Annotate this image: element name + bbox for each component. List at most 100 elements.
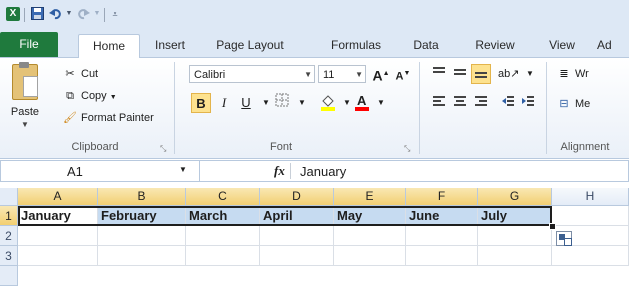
customize-qat-icon[interactable]: ⩡ xyxy=(108,7,122,21)
chevron-down-icon[interactable]: ▼ xyxy=(371,93,391,113)
column-header-g[interactable]: G xyxy=(478,188,552,206)
chevron-down-icon[interactable]: ▼ xyxy=(292,93,312,113)
wrap-text-button[interactable]: ≣ Wr xyxy=(556,66,589,82)
copy-button[interactable]: ⧉ Copy ▼ xyxy=(62,88,117,104)
shrink-font-button[interactable]: A▼ xyxy=(393,64,413,84)
borders-button[interactable] xyxy=(272,93,292,113)
cell-b2[interactable] xyxy=(98,226,186,246)
select-all-corner[interactable] xyxy=(0,188,18,206)
bold-button[interactable]: B xyxy=(191,93,211,113)
align-center-icon xyxy=(454,96,466,106)
formula-value[interactable]: January xyxy=(300,164,346,179)
merge-icon: ⊟ xyxy=(559,98,569,110)
cell-a1[interactable]: January xyxy=(18,206,98,226)
cell-f3[interactable] xyxy=(406,246,478,266)
column-header-d[interactable]: D xyxy=(260,188,334,206)
name-box[interactable]: A1 ▼ xyxy=(0,160,200,182)
font-name-value: Calibri xyxy=(194,69,226,81)
fill-handle[interactable] xyxy=(549,223,556,230)
quick-access-toolbar: X ▼ ▼ ⩡ xyxy=(0,0,629,30)
cell-h3[interactable] xyxy=(552,246,629,266)
font-group-label: Font xyxy=(269,141,292,153)
cell-a2[interactable] xyxy=(18,226,98,246)
underline-button[interactable]: U xyxy=(236,93,256,113)
formula-bar[interactable]: fx January xyxy=(200,160,629,182)
cell-d3[interactable] xyxy=(260,246,334,266)
tab-data[interactable]: Data xyxy=(404,34,448,57)
redo-icon[interactable] xyxy=(76,7,90,21)
orientation-icon: ab↗ xyxy=(498,68,520,80)
row-header-4[interactable] xyxy=(0,266,18,286)
cell-h1[interactable] xyxy=(552,206,629,226)
row-header-1[interactable]: 1 xyxy=(0,206,18,226)
copy-icon: ⧉ xyxy=(66,90,74,102)
row-header-2[interactable]: 2 xyxy=(0,226,18,246)
tab-file[interactable]: File xyxy=(0,32,58,57)
chevron-down-icon[interactable]: ▼ xyxy=(520,64,540,84)
wrap-text-label: Wr xyxy=(575,68,589,80)
align-top-button[interactable] xyxy=(429,64,449,84)
cell-f2[interactable] xyxy=(406,226,478,246)
cell-g1[interactable]: July xyxy=(478,206,552,226)
worksheet-grid[interactable]: A B C D E F G H 1 2 3 January February M… xyxy=(0,188,629,289)
tab-view[interactable]: View xyxy=(540,34,584,57)
tab-insert[interactable]: Insert xyxy=(146,34,194,57)
align-left-button[interactable] xyxy=(429,93,449,113)
undo-dropdown-icon[interactable]: ▼ xyxy=(62,7,76,21)
cell-e3[interactable] xyxy=(334,246,406,266)
merge-center-button[interactable]: ⊟ Me xyxy=(556,96,590,112)
cell-c3[interactable] xyxy=(186,246,260,266)
auto-fill-options-icon[interactable] xyxy=(556,231,572,246)
align-middle-button[interactable] xyxy=(450,64,470,84)
cell-e1[interactable]: May xyxy=(334,206,406,226)
column-header-f[interactable]: F xyxy=(406,188,478,206)
cut-button[interactable]: ✂ Cut xyxy=(62,66,98,82)
row-header-3[interactable]: 3 xyxy=(0,246,18,266)
tab-add-ins[interactable]: Ad xyxy=(597,34,629,57)
tab-page-layout[interactable]: Page Layout xyxy=(205,34,295,57)
tab-formulas[interactable]: Formulas xyxy=(323,34,389,57)
dialog-launcher-icon[interactable]: ⤡ xyxy=(404,144,410,154)
align-bottom-button[interactable] xyxy=(471,64,491,84)
font-size-select[interactable]: 11 ▼ xyxy=(318,65,366,83)
tab-review[interactable]: Review xyxy=(467,34,523,57)
cell-f1[interactable]: June xyxy=(406,206,478,226)
cell-d2[interactable] xyxy=(260,226,334,246)
excel-logo[interactable]: X xyxy=(6,7,20,21)
cell-e2[interactable] xyxy=(334,226,406,246)
column-header-e[interactable]: E xyxy=(334,188,406,206)
cell-a3[interactable] xyxy=(18,246,98,266)
font-name-select[interactable]: Calibri ▼ xyxy=(189,65,315,83)
column-header-c[interactable]: C xyxy=(186,188,260,206)
function-icon[interactable]: fx xyxy=(274,163,285,179)
cell-d1[interactable]: April xyxy=(260,206,334,226)
cell-b1[interactable]: February xyxy=(98,206,186,226)
grow-font-button[interactable]: A▲ xyxy=(371,64,391,84)
align-right-button[interactable] xyxy=(471,93,491,113)
cell-g3[interactable] xyxy=(478,246,552,266)
save-icon[interactable] xyxy=(30,7,44,21)
increase-indent-button[interactable] xyxy=(518,93,538,113)
cell-c2[interactable] xyxy=(186,226,260,246)
font-size-value: 11 xyxy=(323,69,335,81)
column-header-h[interactable]: H xyxy=(552,188,629,206)
column-header-b[interactable]: B xyxy=(98,188,186,206)
cell-c1[interactable]: March xyxy=(186,206,260,226)
paste-button[interactable]: Paste ▼ xyxy=(6,62,44,138)
fill-color-button[interactable] xyxy=(318,93,338,113)
italic-button[interactable]: I xyxy=(214,93,234,113)
align-center-button[interactable] xyxy=(450,93,470,113)
format-painter-button[interactable]: 🖌 Format Painter xyxy=(62,110,154,126)
chevron-down-icon[interactable]: ▼ xyxy=(179,165,187,174)
font-color-button[interactable]: A xyxy=(352,93,372,113)
decrease-indent-button[interactable] xyxy=(498,93,518,113)
cell-g2[interactable] xyxy=(478,226,552,246)
undo-icon[interactable] xyxy=(48,7,62,21)
column-header-a[interactable]: A xyxy=(18,188,98,206)
tab-home[interactable]: Home xyxy=(78,34,140,59)
redo-dropdown-icon[interactable]: ▼ xyxy=(90,7,104,21)
format-painter-label: Format Painter xyxy=(81,112,154,124)
dialog-launcher-icon[interactable]: ⤡ xyxy=(160,144,166,154)
cell-b3[interactable] xyxy=(98,246,186,266)
orientation-button[interactable]: ab↗ xyxy=(498,64,520,84)
